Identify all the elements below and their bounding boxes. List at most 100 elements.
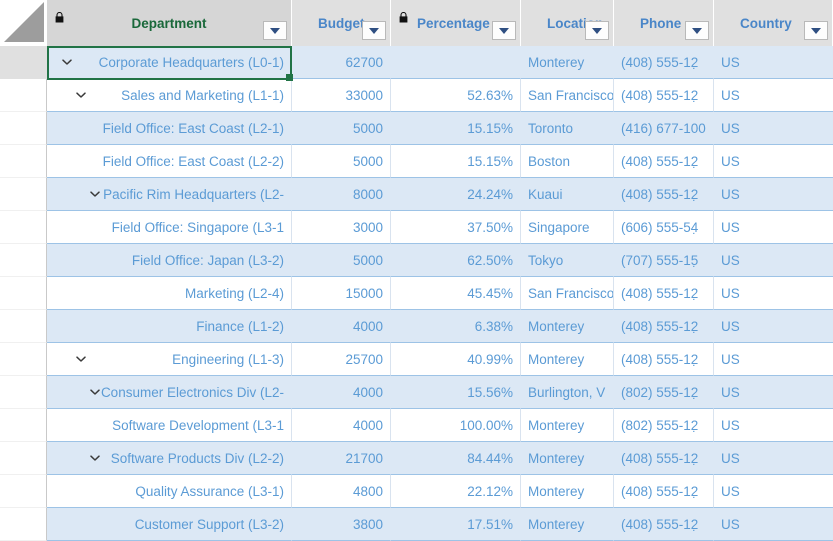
cell-budget[interactable]: 4800: [292, 475, 391, 508]
cell-percentage[interactable]: 37.50%: [391, 211, 521, 244]
cell-location[interactable]: Monterey: [521, 310, 614, 343]
cell-country[interactable]: US: [714, 46, 833, 79]
filter-dropdown-icon[interactable]: [263, 21, 287, 40]
cell-country[interactable]: US: [714, 376, 833, 409]
cell-phone[interactable]: (408) 555-12̣: [614, 46, 714, 79]
cell-department[interactable]: Consumer Electronics Div (L2-: [47, 376, 292, 409]
filter-dropdown-icon[interactable]: [362, 21, 386, 40]
cell-location[interactable]: Burlington, V: [521, 376, 614, 409]
row-header[interactable]: [0, 310, 47, 343]
cell-percentage[interactable]: 15.15%: [391, 145, 521, 178]
cell-budget[interactable]: 5000: [292, 112, 391, 145]
cell-percentage[interactable]: 15.15%: [391, 112, 521, 145]
cell-percentage[interactable]: 15.56%: [391, 376, 521, 409]
cell-percentage[interactable]: 45.45%: [391, 277, 521, 310]
cell-phone[interactable]: (606) 555-54̣: [614, 211, 714, 244]
table-row[interactable]: Field Office: Singapore (L3-1 3000 37.50% S…: [0, 211, 833, 244]
row-header[interactable]: [0, 343, 47, 376]
cell-location[interactable]: Boston: [521, 145, 614, 178]
cell-department[interactable]: Marketing (L2-4): [47, 277, 292, 310]
table-row[interactable]: Corporate Headquarters (L0-1) 62700 Monter…: [0, 46, 833, 79]
filter-dropdown-icon[interactable]: [685, 21, 709, 40]
cell-department[interactable]: Sales and Marketing (L1-1): [47, 79, 292, 112]
cell-phone[interactable]: (408) 555-12̣: [614, 442, 714, 475]
cell-budget[interactable]: 5000: [292, 145, 391, 178]
cell-country[interactable]: US: [714, 508, 833, 541]
cell-location[interactable]: San Francisco: [521, 79, 614, 112]
cell-percentage[interactable]: 17.51%: [391, 508, 521, 541]
chevron-down-icon[interactable]: [89, 452, 101, 464]
cell-country[interactable]: US: [714, 310, 833, 343]
cell-country[interactable]: US: [714, 79, 833, 112]
table-row[interactable]: Field Office: East Coast (L2-2) 5000 15.15…: [0, 145, 833, 178]
cell-percentage[interactable]: 52.63%: [391, 79, 521, 112]
cell-phone[interactable]: (408) 555-12̣: [614, 475, 714, 508]
column-header-country[interactable]: Country: [714, 0, 833, 46]
row-header[interactable]: [0, 442, 47, 475]
column-header-location[interactable]: Location: [521, 0, 614, 46]
cell-country[interactable]: US: [714, 112, 833, 145]
column-header-phone[interactable]: Phone: [614, 0, 714, 46]
cell-budget[interactable]: 62700: [292, 46, 391, 79]
table-row[interactable]: Field Office: Japan (L3-2) 5000 62.50% Toky…: [0, 244, 833, 277]
cell-budget[interactable]: 4000: [292, 310, 391, 343]
filter-dropdown-icon[interactable]: [585, 21, 609, 40]
cell-budget[interactable]: 5000: [292, 244, 391, 277]
cell-location[interactable]: Tokyo: [521, 244, 614, 277]
cell-phone[interactable]: (408) 555-12̣: [614, 277, 714, 310]
row-header[interactable]: [0, 508, 47, 541]
cell-phone[interactable]: (408) 555-12̣: [614, 178, 714, 211]
table-row[interactable]: Software Development (L3-1 4000 100.00% Mon…: [0, 409, 833, 442]
table-row[interactable]: Customer Support (L3-2) 3800 17.51% Montere…: [0, 508, 833, 541]
cell-percentage[interactable]: [391, 46, 521, 79]
row-header[interactable]: [0, 46, 47, 79]
cell-department[interactable]: Customer Support (L3-2): [47, 508, 292, 541]
cell-budget[interactable]: 3000: [292, 211, 391, 244]
chevron-down-icon[interactable]: [75, 353, 87, 365]
cell-percentage[interactable]: 100.00%: [391, 409, 521, 442]
cell-phone[interactable]: (408) 555-12̣: [614, 145, 714, 178]
cell-location[interactable]: San Francisco: [521, 277, 614, 310]
row-header[interactable]: [0, 79, 47, 112]
cell-budget[interactable]: 21700: [292, 442, 391, 475]
cell-phone[interactable]: (802) 555-12̣: [614, 409, 714, 442]
cell-department[interactable]: Engineering (L1-3): [47, 343, 292, 376]
cell-country[interactable]: US: [714, 475, 833, 508]
cell-phone[interactable]: (707) 555-15̣: [614, 244, 714, 277]
cell-phone[interactable]: (416) 677-100: [614, 112, 714, 145]
cell-percentage[interactable]: 24.24%: [391, 178, 521, 211]
cell-country[interactable]: US: [714, 442, 833, 475]
cell-budget[interactable]: 3800: [292, 508, 391, 541]
column-header-budget[interactable]: Budget: [292, 0, 391, 46]
cell-budget[interactable]: 15000: [292, 277, 391, 310]
cell-department[interactable]: Quality Assurance (L3-1): [47, 475, 292, 508]
row-header[interactable]: [0, 409, 47, 442]
cell-location[interactable]: Kuaui: [521, 178, 614, 211]
row-header[interactable]: [0, 112, 47, 145]
cell-phone[interactable]: (802) 555-12̣: [614, 376, 714, 409]
cell-country[interactable]: US: [714, 178, 833, 211]
cell-phone[interactable]: (408) 555-12̣: [614, 343, 714, 376]
chevron-down-icon[interactable]: [89, 386, 101, 398]
table-row[interactable]: Finance (L1-2) 4000 6.38% Monterey (408) 555…: [0, 310, 833, 343]
cell-location[interactable]: Monterey: [521, 442, 614, 475]
cell-phone[interactable]: (408) 555-12̣: [614, 79, 714, 112]
cell-department[interactable]: Field Office: East Coast (L2-2): [47, 145, 292, 178]
cell-department[interactable]: Software Products Div (L2-2): [47, 442, 292, 475]
fill-handle[interactable]: [286, 74, 293, 81]
table-row[interactable]: Quality Assurance (L3-1) 4800 22.12% Monter…: [0, 475, 833, 508]
cell-department[interactable]: Field Office: Singapore (L3-1: [47, 211, 292, 244]
cell-department[interactable]: Field Office: East Coast (L2-1): [47, 112, 292, 145]
filter-dropdown-icon[interactable]: [804, 21, 828, 40]
cell-department[interactable]: Finance (L1-2): [47, 310, 292, 343]
cell-department[interactable]: Pacific Rim Headquarters (L2-: [47, 178, 292, 211]
cell-percentage[interactable]: 22.12%: [391, 475, 521, 508]
cell-location[interactable]: Monterey: [521, 46, 614, 79]
row-header[interactable]: [0, 376, 47, 409]
cell-location[interactable]: Toronto: [521, 112, 614, 145]
table-row[interactable]: Sales and Marketing (L1-1) 33000 52.63% San…: [0, 79, 833, 112]
chevron-down-icon[interactable]: [89, 188, 101, 200]
cell-budget[interactable]: 8000: [292, 178, 391, 211]
select-all-corner[interactable]: [0, 0, 47, 46]
table-row[interactable]: Consumer Electronics Div (L2- 4000 15.56% B…: [0, 376, 833, 409]
